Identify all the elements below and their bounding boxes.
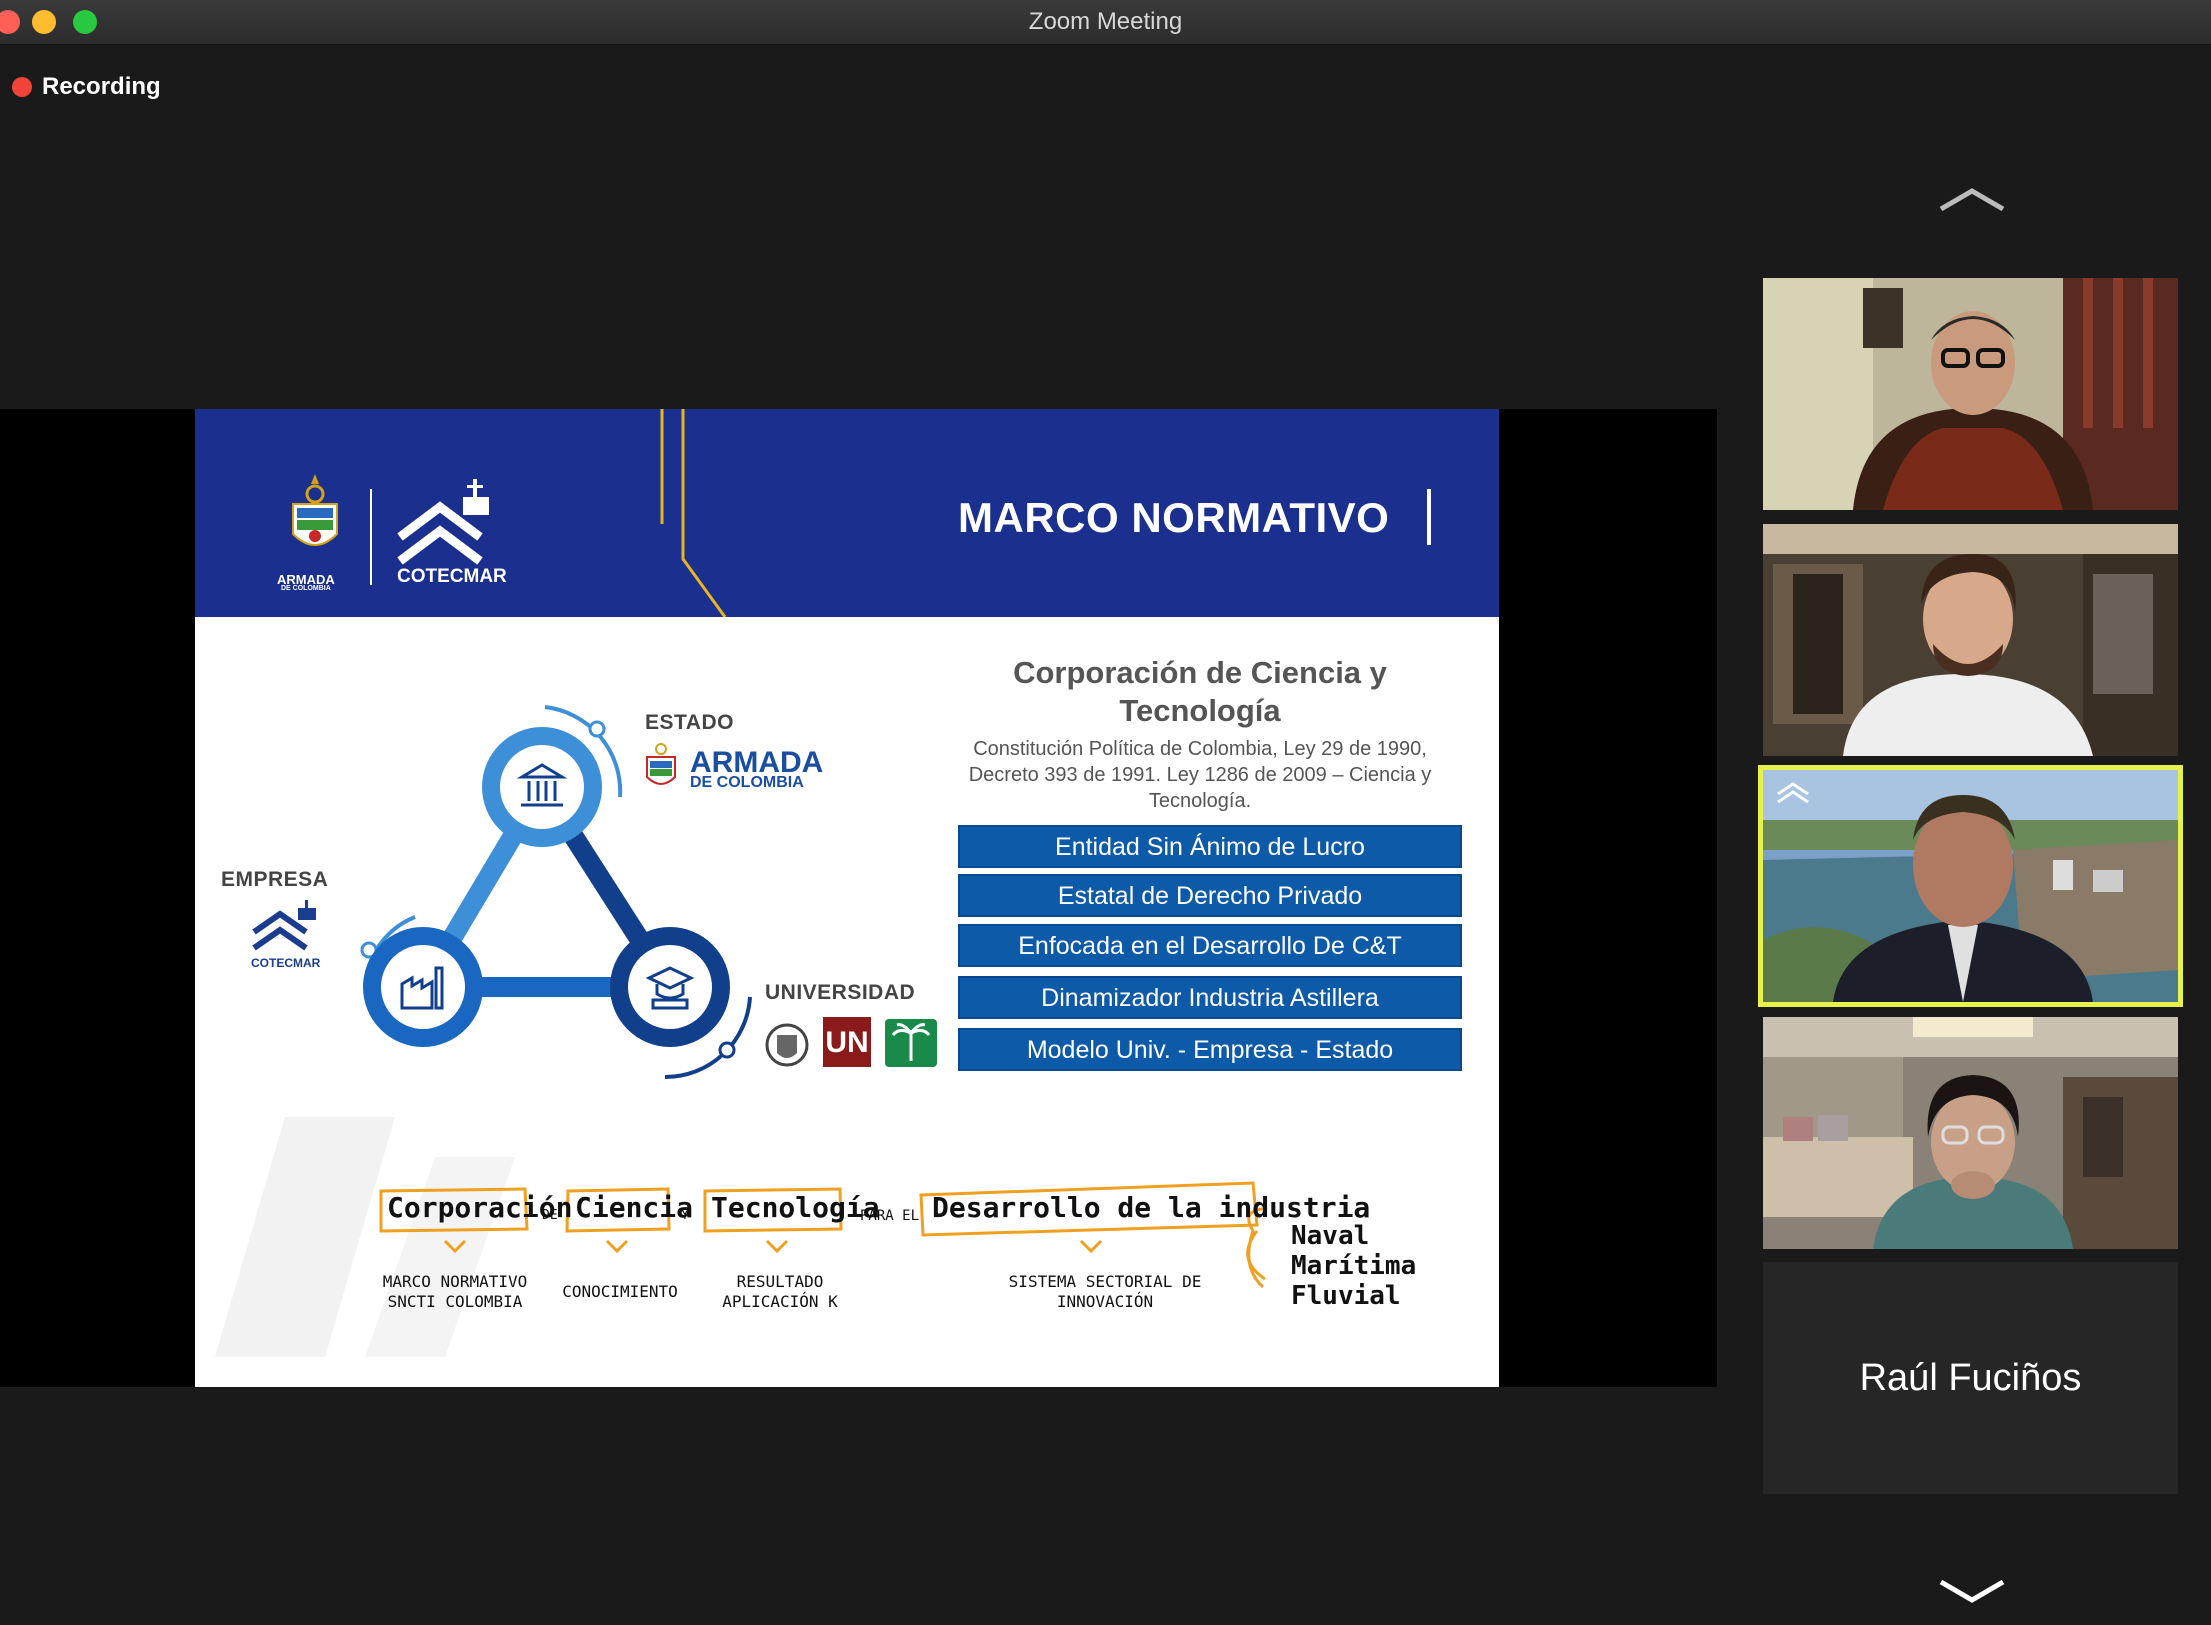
window-title: Zoom Meeting <box>1028 8 1183 35</box>
hw-desarrollo: Desarrollo de la industria <box>932 1191 1371 1224</box>
logo-separator <box>370 489 372 585</box>
cotecmar-logo-icon <box>397 479 489 565</box>
corporation-subtitle: Constitución Política de Colombia, Ley 2… <box>968 738 1432 812</box>
hw-tecnologia: Tecnología <box>711 1191 880 1224</box>
hw-resultado-note: RESULTADO APLICACIÓN K <box>705 1272 855 1312</box>
participant-name-tile[interactable]: Raúl Fuciños <box>1763 1262 2178 1494</box>
empresa-label: EMPRESA <box>221 868 329 891</box>
government-building-icon <box>517 763 567 807</box>
cotecmar-small-text: COTECMAR <box>251 956 321 970</box>
gallery-up-arrow-icon[interactable] <box>1937 185 2007 215</box>
hw-sistema-line1: SISTEMA SECTORIAL DE <box>1008 1272 1202 1291</box>
hw-de: DE <box>542 1208 558 1223</box>
item-pill: Modelo Univ. - Empresa - Estado <box>958 1028 1462 1071</box>
item-pill: Enfocada en el Desarrollo De C&T <box>958 924 1462 967</box>
hw-resultado-line2: APLICACIÓN K <box>722 1292 838 1311</box>
item-pill: Estatal de Derecho Privado <box>958 874 1462 917</box>
palm-university-logo-icon <box>885 1019 937 1067</box>
hw-marco-line1: MARCO NORMATIVO <box>382 1272 528 1291</box>
recording-label: Recording <box>42 73 161 100</box>
corporation-title: Corporación de Ciencia y Tecnología <box>1013 655 1387 728</box>
window-titlebar: Zoom Meeting <box>0 0 2211 45</box>
participant-video <box>1763 1017 2178 1249</box>
item-pill: Dinamizador Industria Astillera <box>958 976 1462 1019</box>
participant-video <box>1763 278 2178 510</box>
graduation-cap-icon <box>645 966 695 1010</box>
title-bar-accent <box>1427 489 1431 545</box>
hw-ciencia: Ciencia <box>575 1191 694 1224</box>
cotecmar-small-logo-icon <box>252 900 316 951</box>
participant-video-tile[interactable] <box>1763 1017 2178 1249</box>
cotecmar-logo-text: COTECMAR <box>397 566 507 587</box>
armada-small-logo-icon <box>646 743 676 785</box>
participant-video-tile[interactable] <box>1763 278 2178 510</box>
participant-video-tile[interactable] <box>1763 524 2178 756</box>
participant-video <box>1763 524 2178 756</box>
hw-sistema-line2: INNOVACIÓN <box>1056 1292 1154 1311</box>
participant-video-tile-active-speaker[interactable] <box>1758 765 2183 1007</box>
un-logo-text: UN <box>825 1026 869 1059</box>
estado-label: ESTADO <box>645 711 734 734</box>
recording-indicator[interactable]: Recording <box>12 73 161 101</box>
hw-fluvial: Fluvial <box>1291 1281 1401 1311</box>
hw-conocimiento: CONOCIMIENTO <box>562 1282 678 1301</box>
hw-resultado-line1: RESULTADO <box>736 1272 824 1291</box>
slide-title: MARCO NORMATIVO <box>958 494 1390 541</box>
participant-name: Raúl Fuciños <box>1859 1356 2082 1399</box>
armada-wordmark-sub: DE COLOMBIA <box>690 774 804 791</box>
item-pill: Entidad Sin Ánimo de Lucro <box>958 825 1462 868</box>
hw-naval: Naval <box>1291 1221 1370 1251</box>
armada-logo-icon <box>292 474 338 546</box>
recording-dot-icon <box>12 77 32 97</box>
hw-sistema-note: SISTEMA SECTORIAL DE INNOVACIÓN <box>995 1272 1215 1312</box>
participant-video <box>1763 770 2178 1002</box>
hw-marco-line2: SNCTI COLOMBIA <box>387 1292 523 1311</box>
hw-maritima: Marítima <box>1291 1251 1417 1281</box>
hw-para-el: PARA EL <box>860 1208 920 1224</box>
university-crest-icon <box>765 1023 809 1067</box>
universidad-label: UNIVERSIDAD <box>765 981 916 1004</box>
slide-banner: ARMADA DE COLOMBIA COTECMAR MARCO NORMAT… <box>195 409 1499 617</box>
un-logo: UN <box>823 1017 871 1067</box>
factory-icon <box>400 966 444 1010</box>
hw-y: Y <box>681 1208 689 1223</box>
armada-logo-subtext: DE COLOMBIA <box>281 585 331 592</box>
presentation-slide: ARMADA DE COLOMBIA COTECMAR MARCO NORMAT… <box>195 409 1499 1387</box>
gallery-down-arrow-icon[interactable] <box>1937 1576 2007 1606</box>
hw-marco-note: MARCO NORMATIVO SNCTI COLOMBIA <box>375 1272 535 1312</box>
